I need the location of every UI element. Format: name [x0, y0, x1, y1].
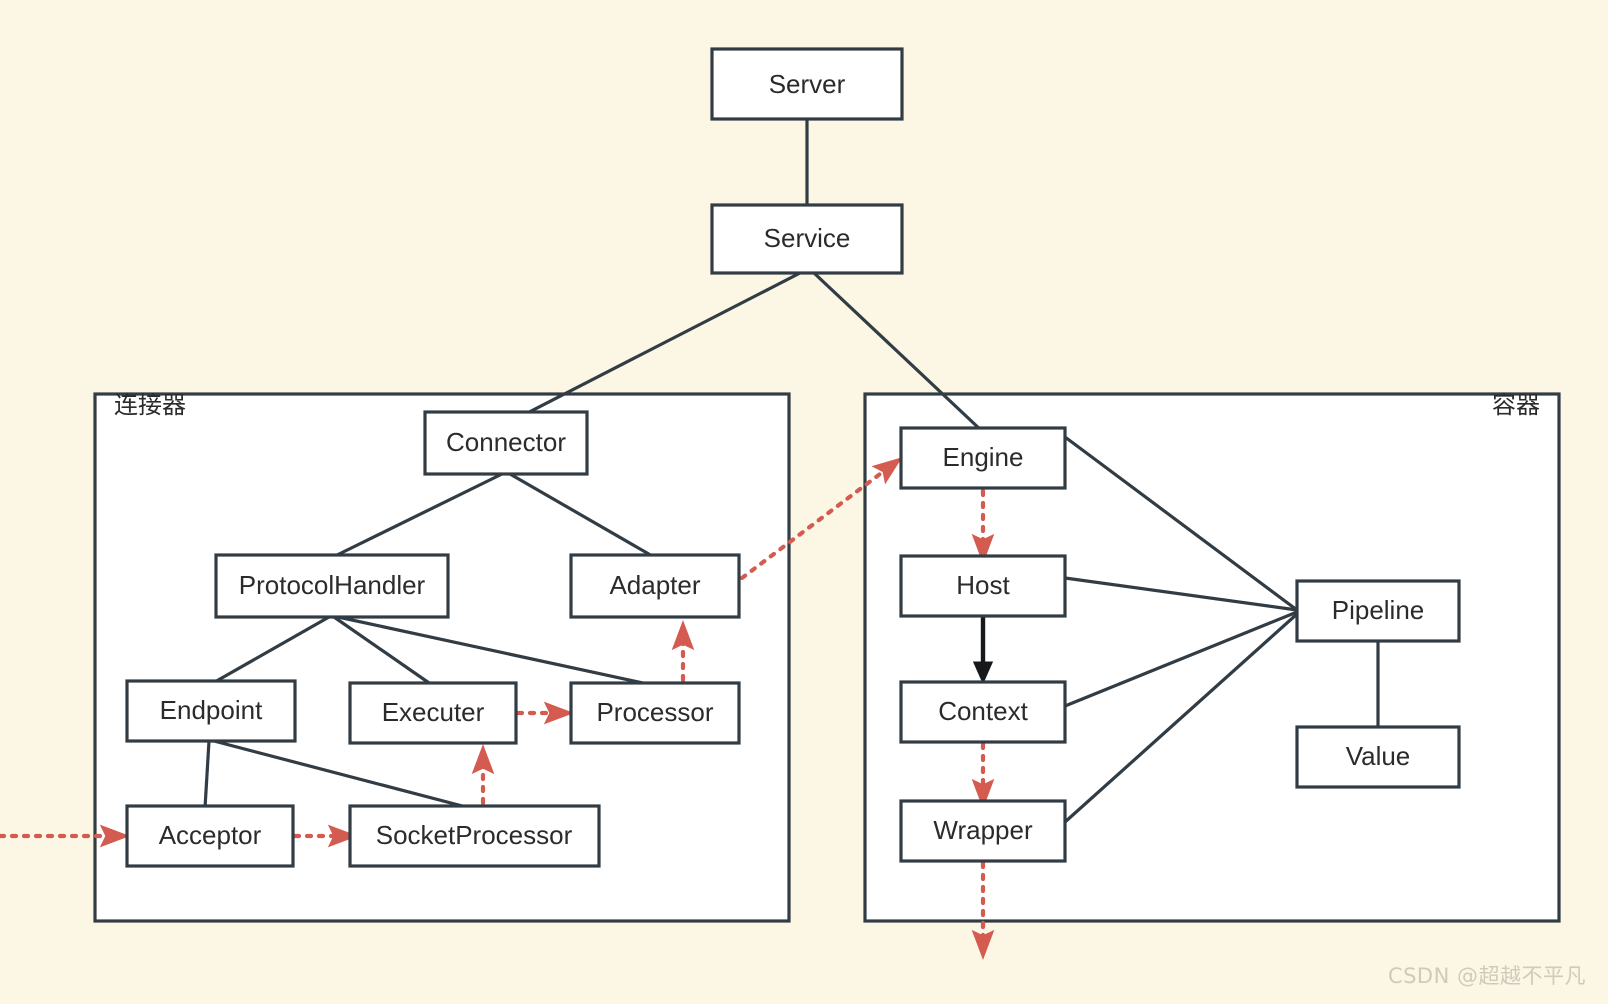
node-protocolhandler-label: ProtocolHandler	[239, 570, 426, 600]
node-value[interactable]: Value	[1295, 725, 1461, 789]
node-context[interactable]: Context	[899, 680, 1067, 744]
node-processor-label: Processor	[596, 697, 713, 727]
node-value-label: Value	[1346, 741, 1411, 771]
node-endpoint-label: Endpoint	[160, 695, 263, 725]
node-protocolhandler[interactable]: ProtocolHandler	[214, 553, 450, 619]
node-engine[interactable]: Engine	[899, 426, 1067, 490]
node-wrapper[interactable]: Wrapper	[899, 799, 1067, 863]
node-executer[interactable]: Executer	[348, 681, 518, 745]
node-acceptor[interactable]: Acceptor	[125, 804, 295, 868]
node-connector-label: Connector	[446, 427, 566, 457]
node-context-label: Context	[938, 696, 1028, 726]
group-connector-label: 连接器	[114, 391, 186, 419]
node-host[interactable]: Host	[899, 554, 1067, 618]
node-service[interactable]: Service	[710, 203, 904, 275]
group-container-label: 容器	[1492, 391, 1540, 419]
node-server[interactable]: Server	[710, 47, 904, 121]
csdn-watermark: CSDN @超越不平凡	[1387, 964, 1586, 988]
node-socketprocessor-label: SocketProcessor	[376, 820, 573, 850]
node-socketprocessor[interactable]: SocketProcessor	[348, 804, 601, 868]
node-host-label: Host	[956, 570, 1010, 600]
node-processor[interactable]: Processor	[569, 681, 741, 745]
diagram-canvas: 连接器 容器 Server Service Connector Protocol…	[0, 0, 1608, 1004]
node-server-label: Server	[769, 69, 846, 99]
node-pipeline[interactable]: Pipeline	[1295, 579, 1461, 643]
node-service-label: Service	[764, 223, 851, 253]
node-executer-label: Executer	[382, 697, 485, 727]
node-wrapper-label: Wrapper	[933, 815, 1033, 845]
node-adapter[interactable]: Adapter	[569, 553, 741, 619]
node-endpoint[interactable]: Endpoint	[125, 679, 297, 743]
node-pipeline-label: Pipeline	[1332, 595, 1425, 625]
architecture-diagram: 连接器 容器 Server Service Connector Protocol…	[0, 47, 1561, 961]
node-adapter-label: Adapter	[609, 570, 700, 600]
node-connector[interactable]: Connector	[423, 410, 589, 476]
node-acceptor-label: Acceptor	[159, 820, 262, 850]
node-engine-label: Engine	[943, 442, 1024, 472]
